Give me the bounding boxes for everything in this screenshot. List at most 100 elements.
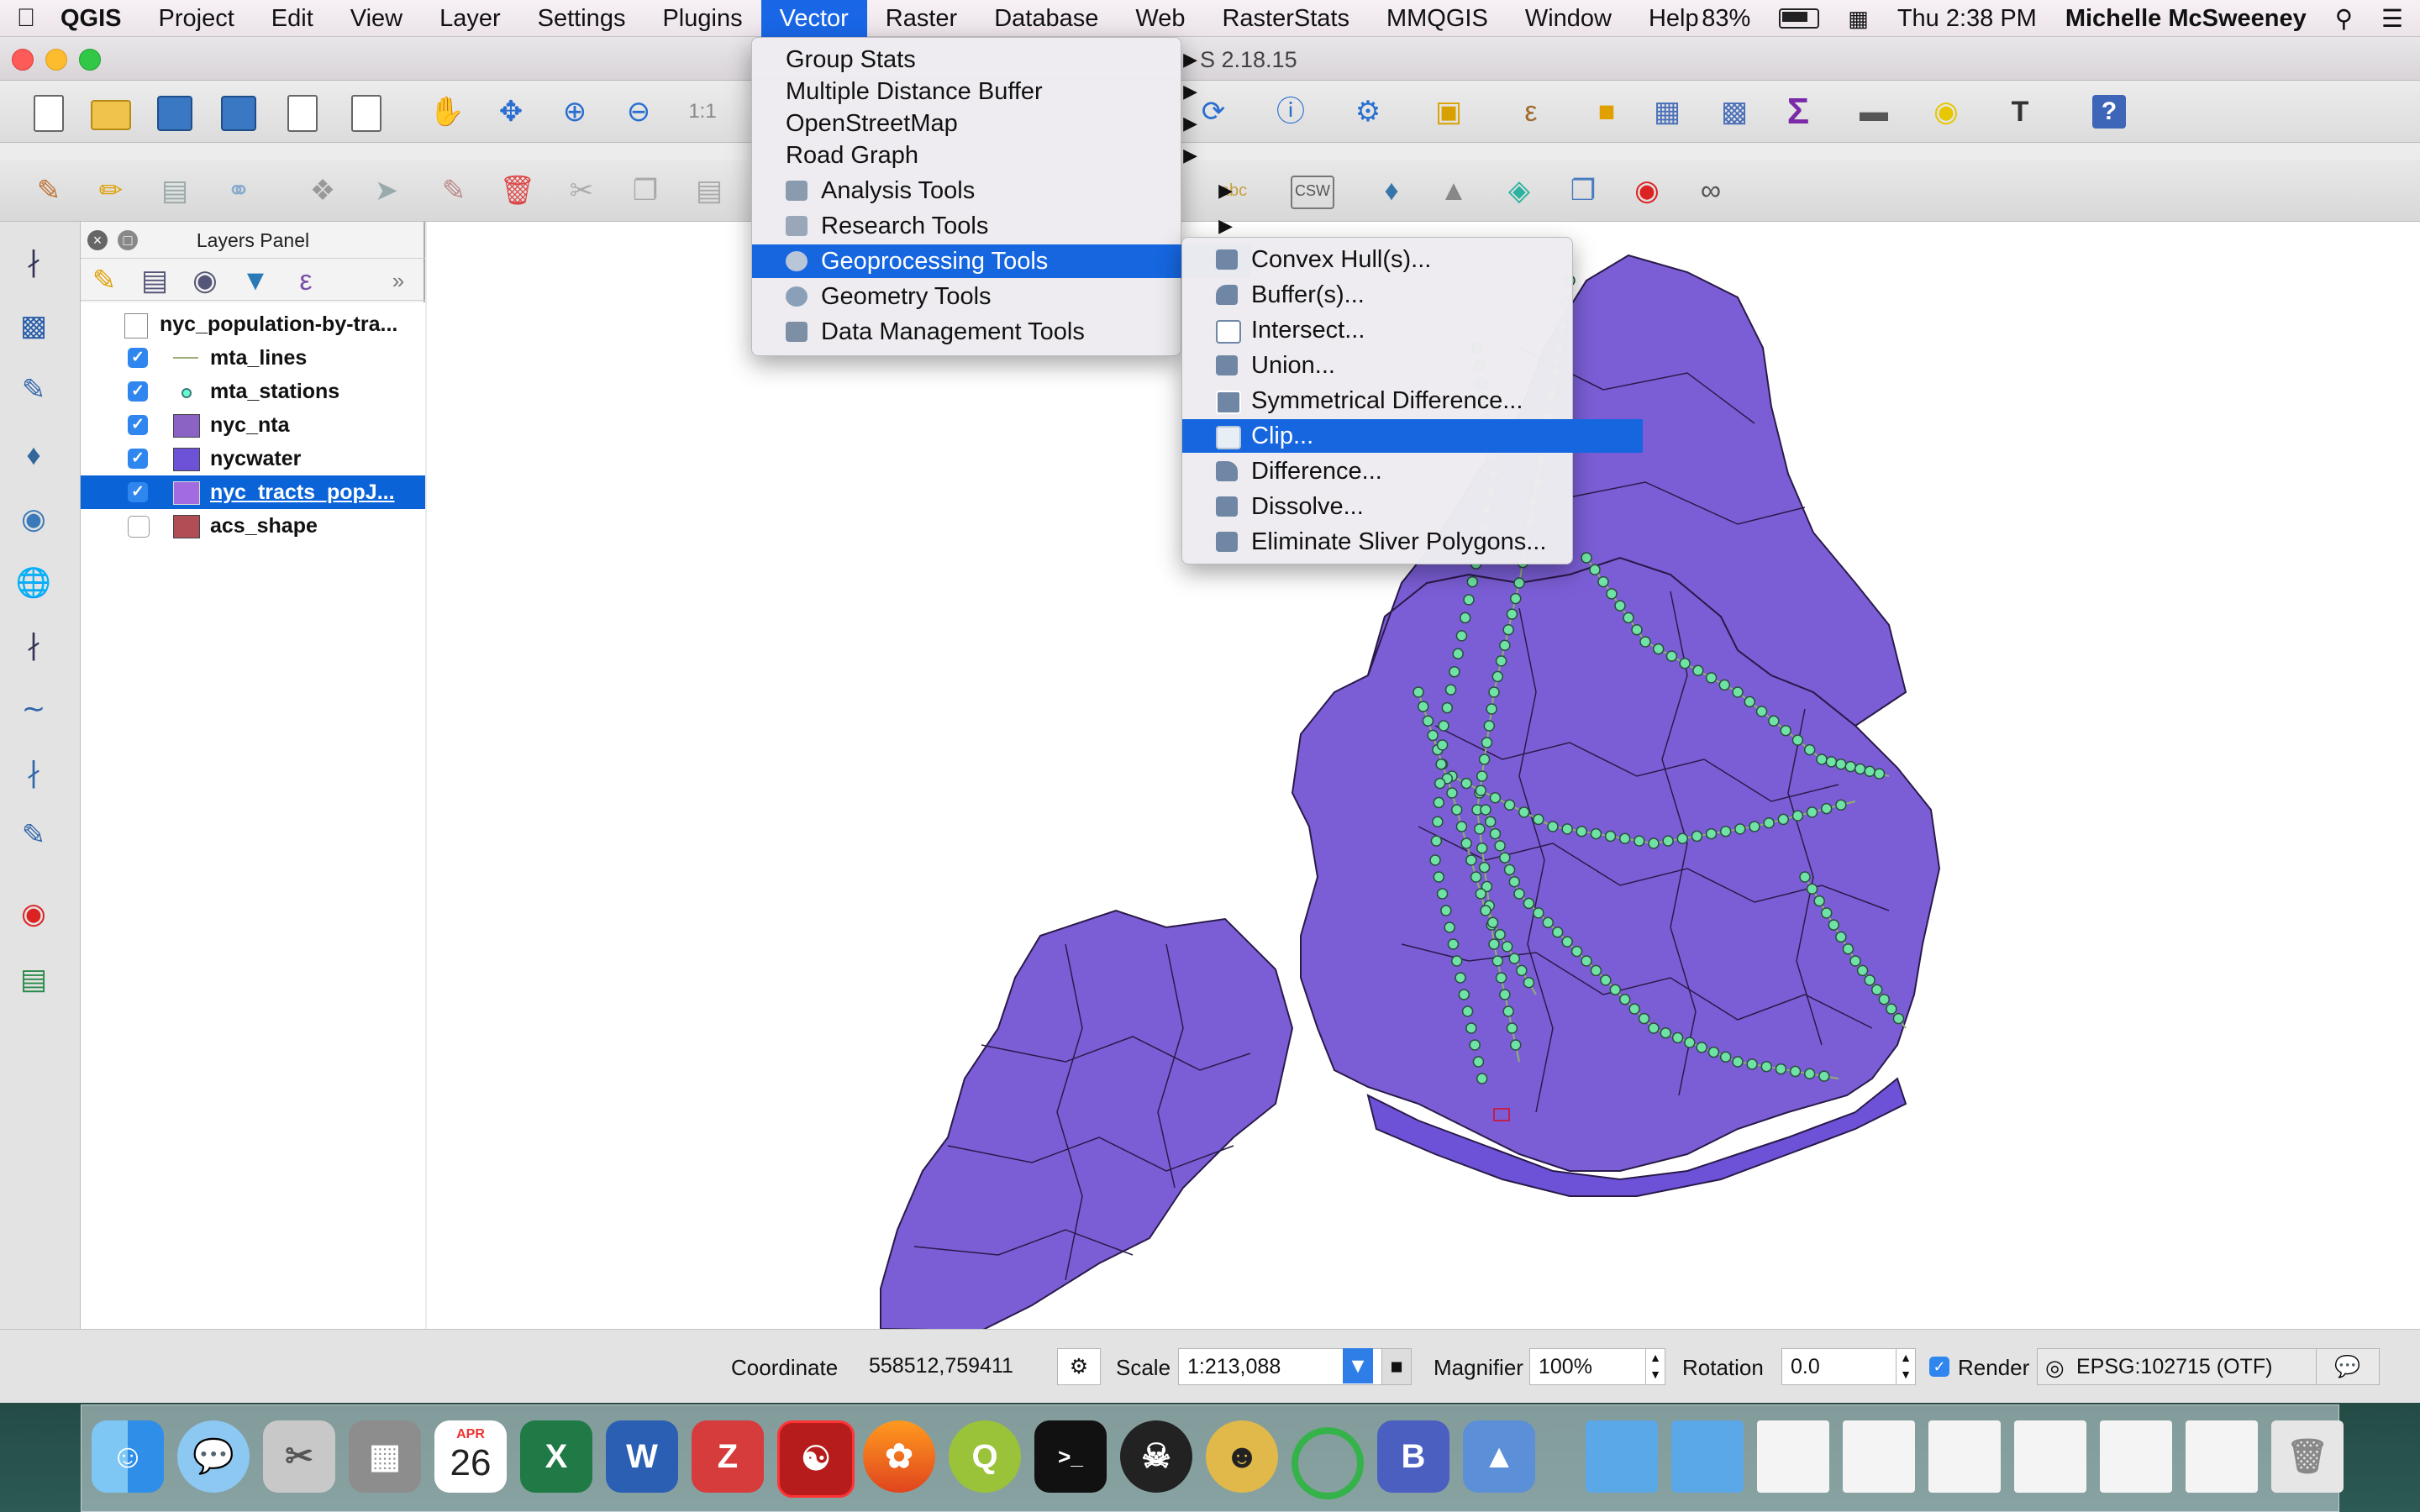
menu-item-analysis-tools[interactable]: Analysis Tools ▶ bbox=[752, 174, 1251, 207]
zotero-icon[interactable]: Z bbox=[692, 1420, 764, 1493]
menu-database[interactable]: Database bbox=[976, 0, 1117, 37]
apple-icon[interactable]:  bbox=[0, 4, 52, 33]
coordinate-field[interactable]: 558512,759411 bbox=[860, 1348, 1062, 1383]
close-window-button[interactable] bbox=[12, 49, 34, 71]
document-thumbnail-icon[interactable] bbox=[1843, 1420, 1915, 1493]
toggle-editing-icon[interactable]: ✏ bbox=[91, 171, 131, 211]
menu-item-convex-hull[interactable]: Convex Hull(s)... bbox=[1182, 243, 1643, 276]
document-thumbnail-icon[interactable] bbox=[2014, 1420, 2086, 1493]
select-expression-icon[interactable]: ε bbox=[1511, 92, 1551, 132]
word-icon[interactable]: W bbox=[606, 1420, 678, 1493]
menu-item-intersect[interactable]: Intersect... bbox=[1182, 313, 1643, 347]
toggle-extents-icon[interactable]: ⚙ bbox=[1057, 1348, 1101, 1385]
layer-visibility-checkbox[interactable]: ✓ bbox=[128, 482, 148, 502]
deselect-icon[interactable]: ■ bbox=[1586, 92, 1627, 132]
add-vector-layer-icon[interactable]: ∤ bbox=[13, 242, 54, 282]
notification-center-icon[interactable]: ☰ bbox=[2381, 4, 2403, 34]
gps-tool-icon[interactable]: ◉ bbox=[13, 894, 54, 934]
messages-icon[interactable]: 💬 bbox=[2316, 1348, 2380, 1385]
menu-item-road-graph[interactable]: Road Graph ▶ bbox=[752, 139, 1216, 172]
lock-scale-icon[interactable]: ■ bbox=[1381, 1348, 1412, 1385]
copy-features-icon[interactable]: ❐ bbox=[625, 171, 666, 211]
layer-visibility-checkbox[interactable]: ✓ bbox=[128, 449, 148, 469]
menu-item-geoprocessing-tools[interactable]: Geoprocessing Tools▶ bbox=[752, 244, 1251, 278]
node-tool-icon[interactable]: ❖ bbox=[302, 171, 343, 211]
document-thumbnail-icon[interactable] bbox=[1928, 1420, 2001, 1493]
new-print-composer-icon[interactable] bbox=[282, 92, 323, 132]
menu-item-openstreetmap[interactable]: OpenStreetMap ▶ bbox=[752, 107, 1216, 140]
select-features-icon[interactable]: ▣ bbox=[1428, 92, 1469, 132]
filter-legend-icon[interactable]: ▼ bbox=[235, 260, 276, 301]
crs-button[interactable]: EPSG:102715 (OTF) bbox=[2037, 1348, 2344, 1385]
skull-app-icon[interactable]: ☠ bbox=[1120, 1420, 1192, 1493]
menu-rasterstats[interactable]: RasterStats bbox=[1203, 0, 1368, 37]
trash-icon[interactable]: 🗑 bbox=[2271, 1420, 2344, 1493]
calendar-icon[interactable]: APR 26 bbox=[434, 1420, 507, 1493]
add-wfs-icon[interactable]: 🌐 bbox=[13, 563, 54, 603]
zoom-native-icon[interactable]: 1:1 bbox=[682, 92, 723, 132]
pan-hand-icon[interactable]: ✋ bbox=[427, 92, 467, 132]
render-checkbox[interactable]: ✓ bbox=[1929, 1357, 1949, 1377]
menu-edit[interactable]: Edit bbox=[253, 0, 332, 37]
folder-icon[interactable] bbox=[1586, 1420, 1658, 1493]
menu-item-union[interactable]: Union... bbox=[1182, 349, 1643, 382]
layer-row-selected[interactable]: ✓ nyc_tracts_popJ... bbox=[81, 475, 425, 509]
save-edits-icon[interactable]: ▤ bbox=[155, 171, 195, 211]
menu-project[interactable]: Project bbox=[140, 0, 253, 37]
user-name[interactable]: Michelle McSweeney bbox=[2065, 5, 2307, 33]
menu-item-difference[interactable]: Difference... bbox=[1182, 454, 1643, 488]
menu-item-buffer[interactable]: Buffer(s)... bbox=[1182, 278, 1643, 312]
zoom-in-icon[interactable]: ⊕ bbox=[555, 92, 595, 132]
visibility-icon[interactable]: ◉ bbox=[185, 260, 225, 301]
layer-visibility-checkbox[interactable]: ✓ bbox=[128, 415, 148, 435]
acrobat-icon[interactable]: ☯ bbox=[777, 1420, 855, 1498]
current-edits-icon[interactable]: ✎ bbox=[29, 171, 69, 211]
layer-row[interactable]: acs_shape bbox=[81, 509, 425, 543]
pan-to-selection-icon[interactable]: ✥ bbox=[491, 92, 531, 132]
map-pin-icon[interactable]: ◉ bbox=[1627, 171, 1667, 211]
menu-item-clip[interactable]: Clip... bbox=[1182, 419, 1643, 453]
search-icon[interactable]: ⚲ bbox=[2335, 4, 2353, 34]
georef-icon[interactable]: ❐ bbox=[1563, 171, 1603, 211]
terrain-icon[interactable]: ▲ bbox=[1434, 171, 1474, 211]
zoom-out-icon[interactable]: ⊖ bbox=[618, 92, 659, 132]
screenshot-icon[interactable]: ✂ bbox=[263, 1420, 335, 1493]
layer-visibility-checkbox[interactable]: ✓ bbox=[128, 381, 148, 402]
composer-manager-icon[interactable] bbox=[346, 92, 387, 132]
menu-plugins[interactable]: Plugins bbox=[644, 0, 760, 37]
qgis-icon[interactable]: Q bbox=[949, 1420, 1021, 1493]
delete-selected-icon[interactable]: 🗑 bbox=[497, 171, 538, 211]
messages-app-icon[interactable]: 💬 bbox=[177, 1420, 250, 1493]
excel-icon[interactable]: X bbox=[520, 1420, 592, 1493]
rotation-field[interactable]: 0.0 bbox=[1781, 1348, 1901, 1385]
menu-item-research-tools[interactable]: Research Tools ▶ bbox=[752, 209, 1251, 243]
filter-expression-icon[interactable]: ε bbox=[286, 260, 326, 301]
save-as-icon[interactable] bbox=[218, 92, 259, 132]
menu-item-multiple-distance-buffer[interactable]: Multiple Distance Buffer ▶ bbox=[752, 75, 1216, 108]
sum-icon[interactable]: Σ bbox=[1778, 92, 1818, 132]
keynote-icon[interactable]: ▲ bbox=[1463, 1420, 1535, 1493]
add-virtual-layer-icon[interactable]: ∤ bbox=[13, 625, 54, 665]
magnifier-stepper-icon[interactable]: ▲ ▼ bbox=[1645, 1348, 1665, 1385]
portrait-app-icon[interactable]: ☻ bbox=[1206, 1420, 1278, 1493]
layer-row[interactable]: ✓ nycwater bbox=[81, 442, 425, 475]
measure-icon[interactable]: ▬ bbox=[1854, 92, 1894, 132]
move-feature-icon[interactable]: ➤ bbox=[366, 171, 407, 211]
layer-row[interactable]: ✓ mta_lines bbox=[81, 341, 425, 375]
minimize-window-button[interactable] bbox=[45, 49, 67, 71]
add-spatialite-icon[interactable]: ∼ bbox=[13, 689, 54, 729]
menu-web[interactable]: Web bbox=[1117, 0, 1203, 37]
add-mssql-icon[interactable]: ∤ bbox=[13, 753, 54, 793]
menu-item-eliminate-sliver-polygons[interactable]: Eliminate Sliver Polygons... bbox=[1182, 525, 1643, 559]
attribute-table-icon[interactable]: ▦ bbox=[1647, 92, 1687, 132]
paste-features-icon[interactable]: ▤ bbox=[689, 171, 729, 211]
rotation-stepper-icon[interactable]: ▲ ▼ bbox=[1896, 1348, 1916, 1385]
add-wms-icon[interactable]: ◉ bbox=[13, 499, 54, 539]
folder-icon[interactable] bbox=[1671, 1420, 1744, 1493]
layer-visibility-checkbox[interactable]: ✓ bbox=[128, 348, 148, 368]
zoom-window-button[interactable] bbox=[79, 49, 101, 71]
menu-item-dissolve[interactable]: Dissolve... bbox=[1182, 490, 1643, 523]
layer-row[interactable]: ✓ mta_stations bbox=[81, 375, 425, 408]
help-icon[interactable]: ? bbox=[2089, 92, 2129, 132]
document-thumbnail-icon[interactable] bbox=[1757, 1420, 1829, 1493]
